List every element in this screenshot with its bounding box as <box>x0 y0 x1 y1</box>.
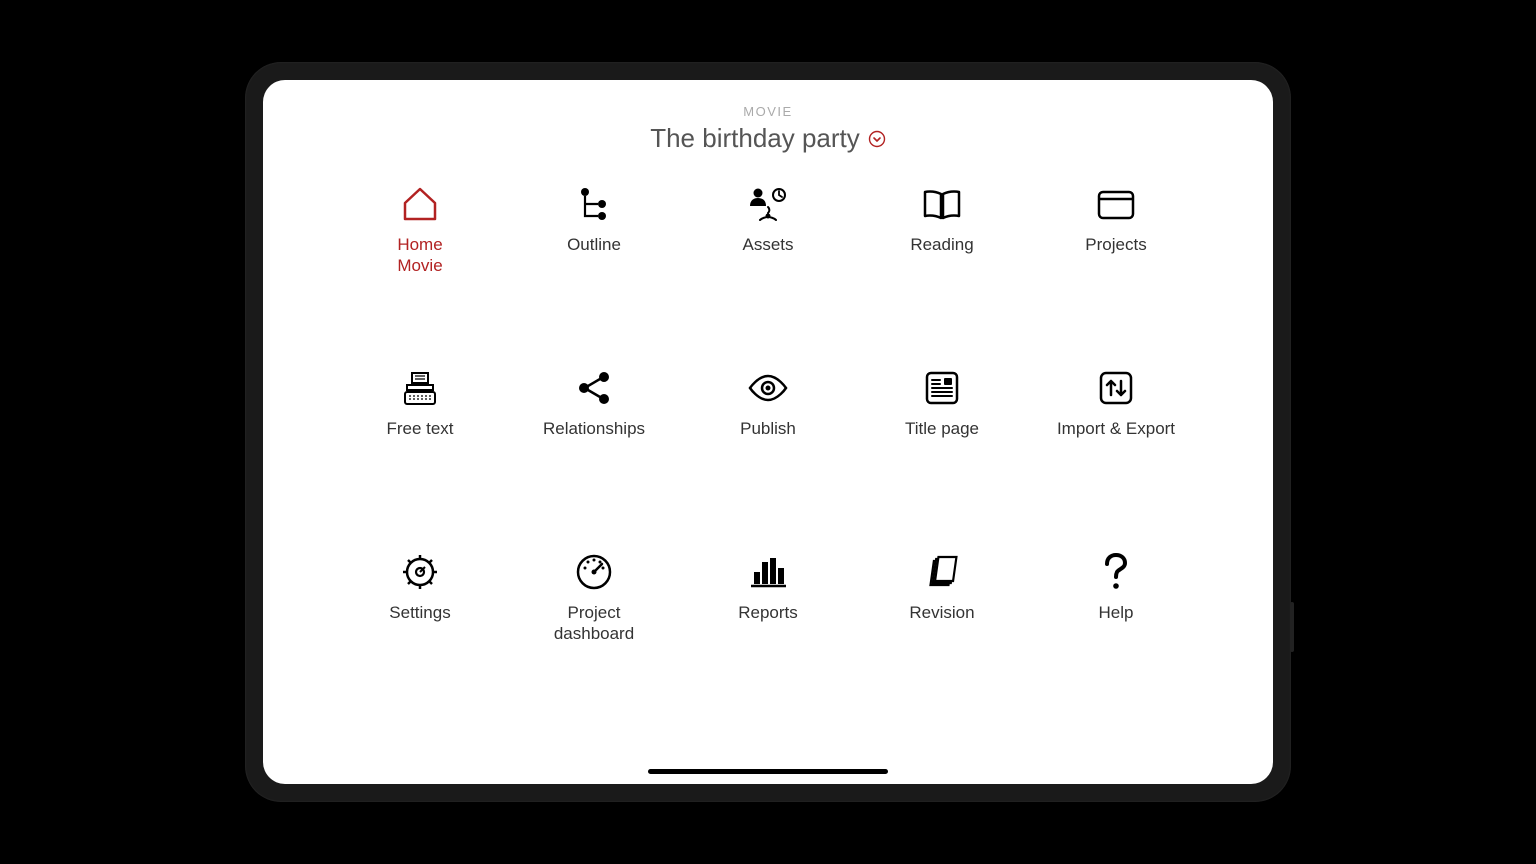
tile-outline[interactable]: Outline <box>507 182 681 366</box>
tile-projects[interactable]: Projects <box>1029 182 1203 366</box>
assets-icon <box>746 182 790 226</box>
tile-label: Relationships <box>543 418 645 439</box>
tile-label: Publish <box>740 418 796 439</box>
bar-chart-icon <box>746 550 790 594</box>
home-indicator[interactable] <box>648 769 888 774</box>
question-mark-icon <box>1094 550 1138 594</box>
header: MOVIE The birthday party <box>303 104 1233 154</box>
nav-grid: Home Movie Outline <box>303 172 1233 764</box>
tile-revision[interactable]: Revision <box>855 550 1029 734</box>
tile-label: Title page <box>905 418 979 439</box>
app-screen: MOVIE The birthday party <box>263 80 1273 784</box>
share-network-icon <box>572 366 616 410</box>
folder-icon <box>1094 182 1138 226</box>
tile-relationships[interactable]: Relationships <box>507 366 681 550</box>
tile-label: Assets <box>742 234 793 255</box>
eye-icon <box>746 366 790 410</box>
tile-label: Reports <box>738 602 798 623</box>
typewriter-icon <box>398 366 442 410</box>
gauge-icon <box>572 550 616 594</box>
tile-label: Revision <box>909 602 974 623</box>
tile-label: Help <box>1099 602 1134 623</box>
tile-project-dashboard[interactable]: Projectdashboard <box>507 550 681 734</box>
tile-label: Projectdashboard <box>554 602 634 645</box>
home-icon <box>398 182 442 226</box>
tile-free-text[interactable]: Free text <box>333 366 507 550</box>
title-row[interactable]: The birthday party <box>303 123 1233 154</box>
pages-stack-icon <box>920 550 964 594</box>
import-export-icon <box>1094 366 1138 410</box>
tile-label: Reading <box>910 234 973 255</box>
book-open-icon <box>920 182 964 226</box>
page-layout-icon <box>920 366 964 410</box>
outline-tree-icon <box>572 182 616 226</box>
gear-icon <box>398 550 442 594</box>
tile-label: Projects <box>1085 234 1146 255</box>
power-button <box>1290 602 1294 652</box>
tile-reports[interactable]: Reports <box>681 550 855 734</box>
tile-sublabel: Movie <box>397 255 442 276</box>
tile-help[interactable]: Help <box>1029 550 1203 734</box>
project-title: The birthday party <box>650 123 860 154</box>
tile-label: Outline <box>567 234 621 255</box>
tile-assets[interactable]: Assets <box>681 182 855 366</box>
tile-label: Import & Export <box>1057 418 1175 439</box>
tablet-frame: MOVIE The birthday party <box>245 62 1291 802</box>
tile-label: Home <box>397 234 442 255</box>
tile-publish[interactable]: Publish <box>681 366 855 550</box>
tile-home[interactable]: Home Movie <box>333 182 507 366</box>
tile-label: Settings <box>389 602 450 623</box>
tile-reading[interactable]: Reading <box>855 182 1029 366</box>
tile-import-export[interactable]: Import & Export <box>1029 366 1203 550</box>
tile-settings[interactable]: Settings <box>333 550 507 734</box>
tile-label: Free text <box>386 418 453 439</box>
tile-title-page[interactable]: Title page <box>855 366 1029 550</box>
project-type-label: MOVIE <box>303 104 1233 119</box>
chevron-down-circle-icon[interactable] <box>868 130 886 148</box>
